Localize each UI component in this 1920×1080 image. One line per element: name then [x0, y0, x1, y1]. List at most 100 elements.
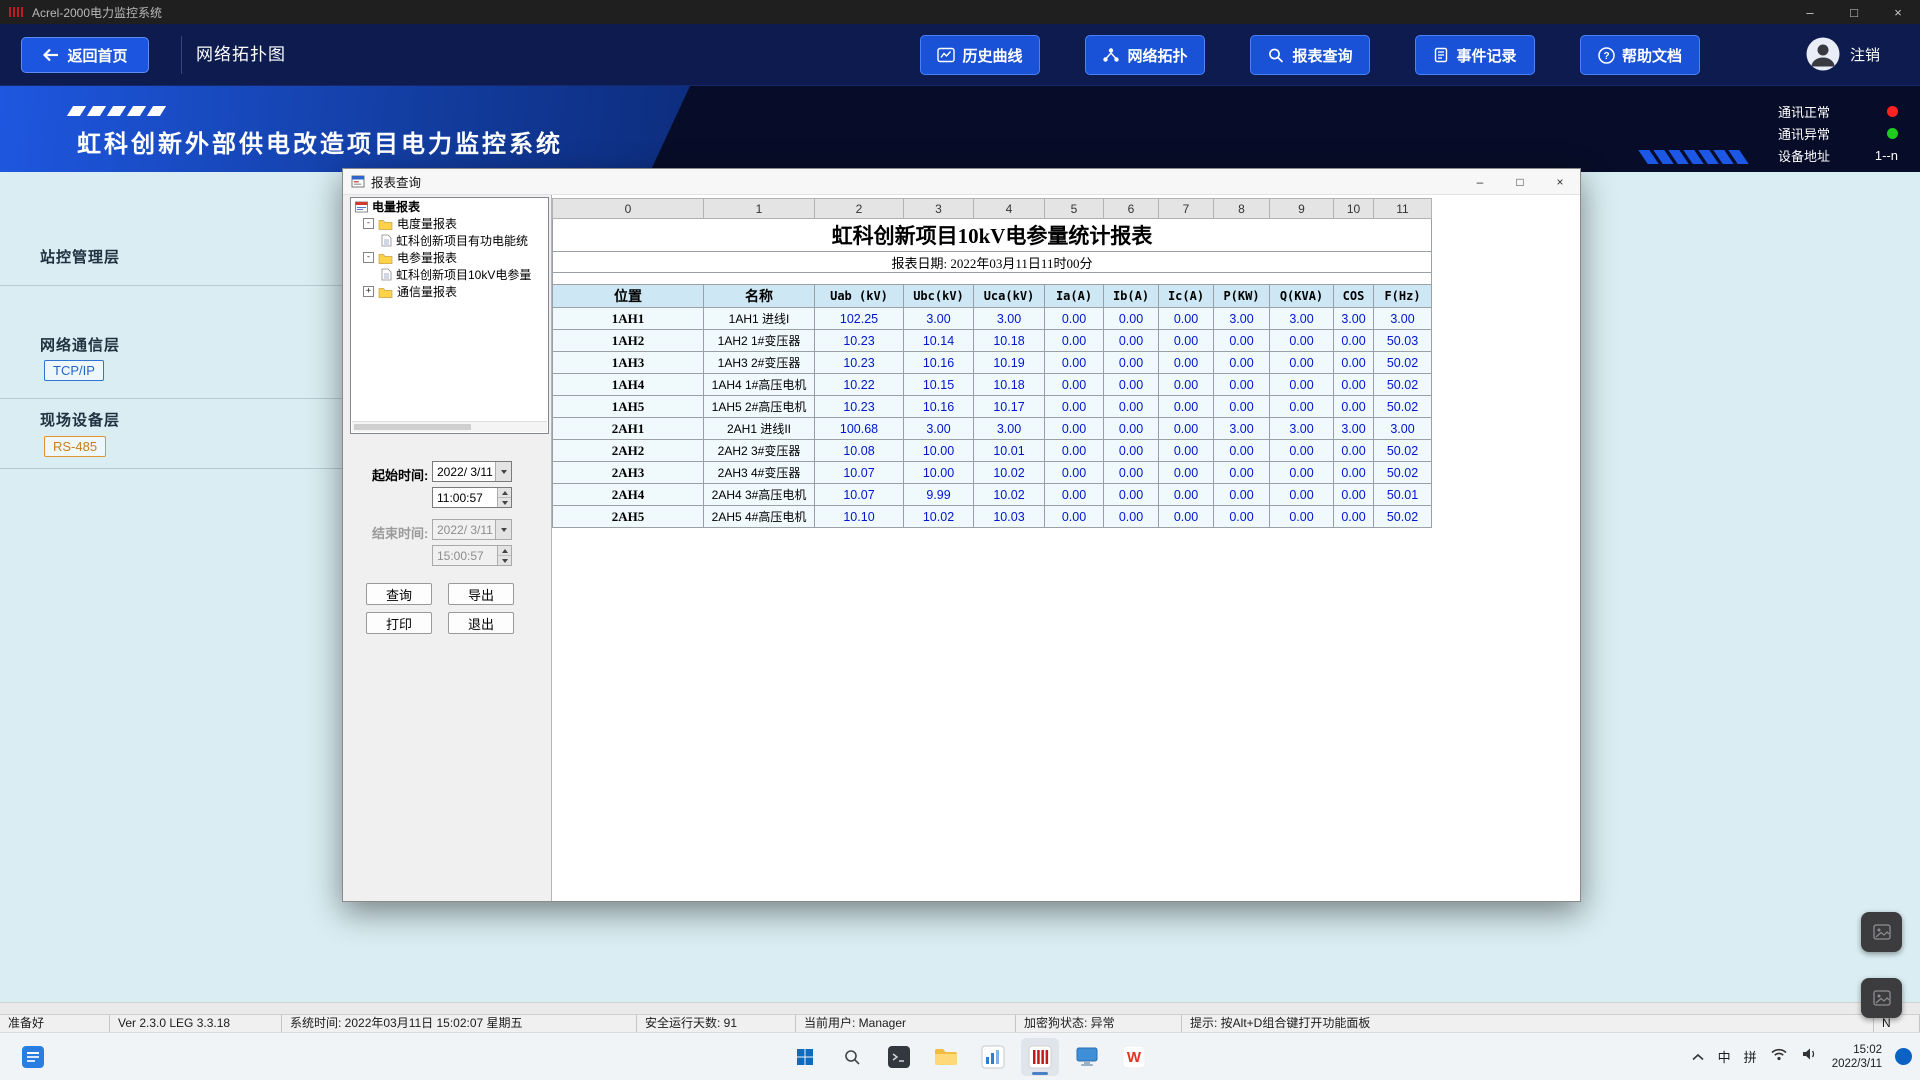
- cell-cos: 0.00: [1334, 352, 1374, 374]
- dropdown-arrow-icon[interactable]: [495, 462, 511, 481]
- cell-uab: 10.23: [815, 352, 904, 374]
- grid-column-header[interactable]: 3: [904, 199, 974, 219]
- statusbar: 准备好 Ver 2.3.0 LEG 3.3.18 系统时间: 2022年03月1…: [0, 1014, 1920, 1032]
- file-explorer-button[interactable]: [927, 1038, 965, 1076]
- monitor-app-button[interactable]: [1068, 1038, 1106, 1076]
- grid-column-header[interactable]: 0: [553, 199, 704, 219]
- floating-tool-button-bottom[interactable]: [1861, 978, 1902, 1018]
- tree-label: 虹科创新项目有功电能统: [396, 232, 528, 249]
- image-icon: [1873, 990, 1891, 1006]
- report-query-button[interactable]: 报表查询: [1250, 35, 1370, 75]
- report-gap-row: [553, 273, 1432, 285]
- dialog-maximize-button[interactable]: □: [1500, 169, 1540, 194]
- clock-time: 15:02: [1832, 1043, 1882, 1057]
- window-close-button[interactable]: ×: [1876, 0, 1920, 24]
- exit-button[interactable]: 退出: [448, 612, 514, 634]
- back-home-button[interactable]: 返回首页: [21, 37, 149, 73]
- spinner-up-icon[interactable]: [498, 488, 511, 498]
- history-curve-button[interactable]: 历史曲线: [920, 35, 1040, 75]
- report-query-dialog: 报表查询 – □ × 电量报表 - 电度量报表: [342, 168, 1581, 902]
- chart-app-icon: [981, 1045, 1005, 1069]
- grid-column-header[interactable]: 1: [704, 199, 815, 219]
- network-button[interactable]: [1770, 1047, 1788, 1066]
- start-button[interactable]: [786, 1038, 824, 1076]
- query-button[interactable]: 查询: [366, 583, 432, 605]
- grid-column-header[interactable]: 10: [1334, 199, 1374, 219]
- start-time-input[interactable]: 11:00:57: [432, 487, 512, 508]
- acrel-app-button[interactable]: [1021, 1038, 1059, 1076]
- window-maximize-button[interactable]: □: [1832, 0, 1876, 24]
- chart-app-button[interactable]: [974, 1038, 1012, 1076]
- tree-horizontal-scrollbar[interactable]: [352, 421, 547, 432]
- expand-icon[interactable]: +: [363, 286, 374, 297]
- grid-column-header[interactable]: 4: [974, 199, 1045, 219]
- search-button[interactable]: [833, 1038, 871, 1076]
- tree-item-energy-reports[interactable]: 电量报表: [351, 198, 548, 215]
- cell-ic: 0.00: [1159, 308, 1214, 330]
- logout-button[interactable]: 注销: [1850, 44, 1880, 65]
- ime-mode-button[interactable]: 拼: [1744, 1047, 1757, 1066]
- wps-app-button[interactable]: W: [1115, 1038, 1153, 1076]
- spinner-down-icon[interactable]: [498, 498, 511, 507]
- report-row[interactable]: 2AH2 2AH2 3#变压器 10.08 10.00 10.01 0.00 0…: [553, 440, 1432, 462]
- user-avatar-icon: [1806, 37, 1840, 71]
- cell-ib: 0.00: [1104, 330, 1159, 352]
- grid-column-header[interactable]: 5: [1045, 199, 1104, 219]
- grid-column-header[interactable]: 2: [815, 199, 904, 219]
- report-row[interactable]: 1AH1 1AH1 进线I 102.25 3.00 3.00 0.00 0.00…: [553, 308, 1432, 330]
- ime-language-button[interactable]: 中: [1718, 1047, 1731, 1066]
- report-row[interactable]: 2AH1 2AH1 进线II 100.68 3.00 3.00 0.00 0.0…: [553, 418, 1432, 440]
- dialog-minimize-button[interactable]: –: [1460, 169, 1500, 194]
- cell-cos: 0.00: [1334, 506, 1374, 528]
- grid-column-header[interactable]: 11: [1374, 199, 1432, 219]
- report-row[interactable]: 1AH3 1AH3 2#变压器 10.23 10.16 10.19 0.00 0…: [553, 352, 1432, 374]
- cell-p: 0.00: [1214, 506, 1270, 528]
- help-doc-button[interactable]: ? 帮助文档: [1580, 35, 1700, 75]
- screen: Acrel-2000电力监控系统 – □ × 返回首页 网络拓扑图 历史曲线 网…: [0, 0, 1920, 1080]
- window-minimize-button[interactable]: –: [1788, 0, 1832, 24]
- print-button[interactable]: 打印: [366, 612, 432, 634]
- cell-name: 2AH4 3#高压电机: [704, 484, 815, 506]
- grid-column-header[interactable]: 8: [1214, 199, 1270, 219]
- tree-item-kwh-reports[interactable]: - 电度量报表: [351, 215, 548, 232]
- report-row[interactable]: 2AH5 2AH5 4#高压电机 10.10 10.02 10.03 0.00 …: [553, 506, 1432, 528]
- floating-tool-button-top[interactable]: [1861, 912, 1902, 952]
- taskbar-clock[interactable]: 15:02 2022/3/11: [1832, 1043, 1882, 1071]
- grid-column-header[interactable]: 7: [1159, 199, 1214, 219]
- dialog-close-button[interactable]: ×: [1540, 169, 1580, 194]
- tree-item-active-energy-report[interactable]: 虹科创新项目有功电能统: [351, 232, 548, 249]
- cell-ic: 0.00: [1159, 440, 1214, 462]
- status-tip: 提示: 按Alt+D组合键打开功能面板: [1182, 1015, 1874, 1032]
- notification-badge[interactable]: [1895, 1048, 1912, 1065]
- report-row[interactable]: 1AH5 1AH5 2#高压电机 10.23 10.16 10.17 0.00 …: [553, 396, 1432, 418]
- collapse-icon[interactable]: -: [363, 218, 374, 229]
- report-row[interactable]: 2AH3 2AH3 4#变压器 10.07 10.00 10.02 0.00 0…: [553, 462, 1432, 484]
- report-row[interactable]: 1AH2 1AH2 1#变压器 10.23 10.14 10.18 0.00 0…: [553, 330, 1432, 352]
- report-title-row: 虹科创新项目10kV电参量统计报表: [553, 219, 1432, 252]
- tree-item-parameter-reports[interactable]: - 电参量报表: [351, 249, 548, 266]
- report-row[interactable]: 2AH4 2AH4 3#高压电机 10.07 9.99 10.02 0.00 0…: [553, 484, 1432, 506]
- start-date-select[interactable]: 2022/ 3/11: [432, 461, 512, 482]
- tree-item-comm-reports[interactable]: + 通信量报表: [351, 283, 548, 300]
- terminal-app-button[interactable]: [880, 1038, 918, 1076]
- report-view: 01234567891011 虹科创新项目10kV电参量统计报表 报表日期: 2…: [551, 195, 1580, 901]
- cell-location: 1AH1: [553, 308, 704, 330]
- cell-q: 0.00: [1270, 352, 1334, 374]
- tree-item-10kv-parameter-report[interactable]: 虹科创新项目10kV电参量: [351, 266, 548, 283]
- dialog-titlebar[interactable]: 报表查询 – □ ×: [343, 169, 1580, 195]
- collapse-icon[interactable]: -: [363, 252, 374, 263]
- widgets-button[interactable]: [14, 1038, 52, 1076]
- volume-button[interactable]: [1801, 1047, 1819, 1066]
- event-record-button[interactable]: 事件记录: [1415, 35, 1535, 75]
- network-topology-button[interactable]: 网络拓扑: [1085, 35, 1205, 75]
- export-button[interactable]: 导出: [448, 583, 514, 605]
- report-row[interactable]: 1AH4 1AH4 1#高压电机 10.22 10.15 10.18 0.00 …: [553, 374, 1432, 396]
- cell-uab: 10.22: [815, 374, 904, 396]
- cell-uab: 100.68: [815, 418, 904, 440]
- tray-expand-button[interactable]: [1691, 1048, 1705, 1066]
- grid-column-header[interactable]: 6: [1104, 199, 1159, 219]
- help-doc-label: 帮助文档: [1622, 45, 1682, 66]
- cell-ic: 0.00: [1159, 374, 1214, 396]
- grid-column-header[interactable]: 9: [1270, 199, 1334, 219]
- cell-q: 0.00: [1270, 462, 1334, 484]
